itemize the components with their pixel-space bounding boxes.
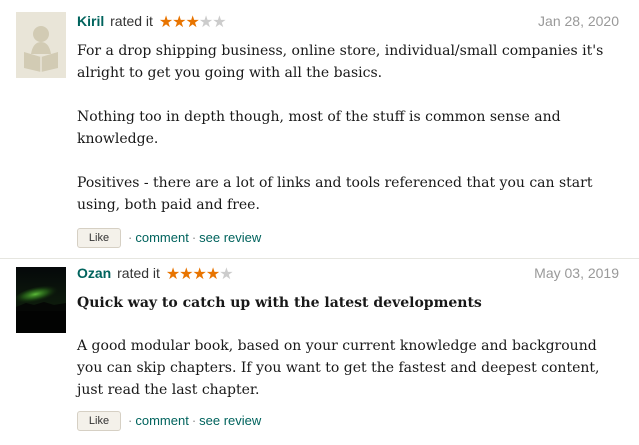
see-review-link[interactable]: see review [199,230,261,245]
star-empty-icon: ★ [219,266,233,283]
star-empty-icon: ★ [212,14,226,31]
separator-dot: · [128,230,133,245]
like-button[interactable]: Like [77,411,121,431]
star-rating: ★★★★★ [158,13,227,33]
user-avatar[interactable] [16,12,66,78]
review-date[interactable]: May 03, 2019 [534,263,619,283]
aurora-photo-avatar [16,267,66,333]
review-title: Quick way to catch up with the latest de… [77,295,482,311]
star-filled-icon: ★ [158,14,173,31]
star-filled-icon: ★ [205,266,220,283]
star-filled-icon: ★ [172,14,186,31]
star-filled-icon: ★ [185,14,200,31]
review-paragraph: For a drop shipping business, online sto… [77,43,604,81]
separator-dot: · [191,230,197,245]
review-actions: Like · comment · see review [77,411,261,431]
review-text: A good modular book, based on your curre… [77,335,622,401]
review-header: Kiril rated it ★★★★★ Jan 28, 2020 [77,11,619,31]
star-filled-icon: ★ [165,266,180,283]
comment-link[interactable]: comment [135,413,188,428]
separator-dot: · [191,413,197,428]
review-paragraph: A good modular book, based on your curre… [77,338,600,398]
review-actions: Like · comment · see review [77,228,261,248]
user-avatar[interactable] [16,267,66,333]
star-filled-icon: ★ [192,266,207,283]
review-text: For a drop shipping business, online sto… [77,40,622,216]
comment-link[interactable]: comment [135,230,188,245]
review-paragraph: Nothing too in depth though, most of the… [77,109,561,147]
rated-text: rated it [117,265,160,281]
review-paragraph: Positives - there are a lot of links and… [77,175,593,213]
star-filled-icon: ★ [179,266,193,283]
review-header: Ozan rated it ★★★★★ May 03, 2019 [77,263,619,283]
reviewer-name[interactable]: Kiril [77,13,104,29]
see-review-link[interactable]: see review [199,413,261,428]
reviewer-name[interactable]: Ozan [77,265,111,281]
star-empty-icon: ★ [198,14,213,31]
like-button[interactable]: Like [77,228,121,248]
review-item: Ozan rated it ★★★★★ May 03, 2019 Quick w… [0,258,639,445]
rated-text: rated it [110,13,153,29]
star-rating: ★★★★★ [165,265,234,285]
separator-dot: · [128,413,133,428]
review-date[interactable]: Jan 28, 2020 [538,11,619,31]
default-reader-avatar-icon [16,12,66,78]
review-item: Kiril rated it ★★★★★ Jan 28, 2020 For a … [0,0,639,258]
